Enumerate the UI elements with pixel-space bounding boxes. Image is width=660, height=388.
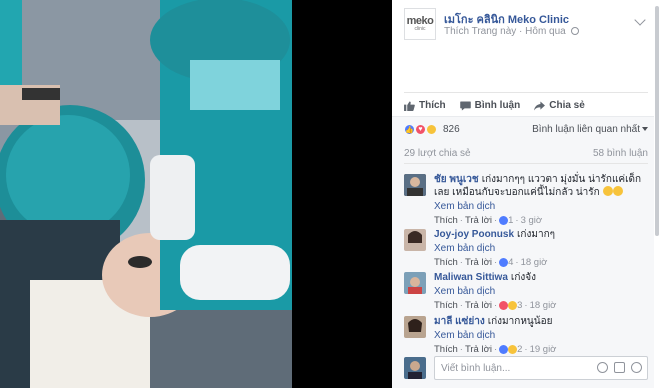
comment-body: ชัย พนูเวช เก่งมากๆๆ แววตา มุ่งมั่น น่ารั… [434,174,648,226]
comment-like-link[interactable]: Thích [434,257,458,268]
comment-body: Joy-joy Poonusk เก่งมากๆ Xem bản dịch Thí… [434,229,648,268]
see-translation-link[interactable]: Xem bản dịch [434,330,648,341]
comment-like-link[interactable]: Thích [434,215,458,226]
wow-reaction-icon [426,124,437,135]
love-reaction-icon [499,301,509,310]
like-button[interactable]: Thích [404,100,446,111]
sort-label: Bình luận liên quan nhất [532,124,640,135]
wow-reaction-icon [508,301,518,310]
comment-text: มาลี แซ่ย่าง เก่งมากหนูน้อย [434,316,648,328]
share-label: Chia sẻ [549,100,585,111]
comment-text: Joy-joy Poonusk เก่งมากๆ [434,229,648,241]
avatar[interactable] [404,316,426,338]
scrollbar[interactable] [654,0,660,388]
like-reaction-icon: 👍 [404,124,415,135]
comment-meta: Thích · Trả lời · 1 · 3 giờ [434,215,543,226]
heart-eyes-emoji-icon [602,186,613,196]
page-avatar[interactable]: meko clinic [404,8,436,40]
love-reaction-icon: ♥ [415,124,426,135]
comment-time[interactable]: 3 giờ [521,215,543,226]
comment-label: Bình luận [474,100,521,111]
see-translation-link[interactable]: Xem bản dịch [434,201,648,212]
like-page-link[interactable]: Thích Trang này [444,26,516,37]
commenter-name[interactable]: มาลี แซ่ย่าง [434,316,485,327]
share-count[interactable]: 29 lượt chia sẻ [404,148,471,159]
wow-reaction-icon [508,345,518,354]
comment-body: Maliwan Sittiwa เก่งจัง Xem bản dịch Thíc… [434,272,648,311]
comment-content: เก่งจัง [510,272,537,283]
comment-text: Maliwan Sittiwa เก่งจัง [434,272,648,284]
comment-button[interactable]: Bình luận [459,100,521,111]
avatar [404,357,426,379]
comment-like-link[interactable]: Thích [434,344,458,355]
comment-reply-link[interactable]: Trả lời [465,300,492,311]
comment-sort-dropdown[interactable]: Bình luận liên quan nhất [532,124,648,135]
comment-time[interactable]: 19 giờ [530,344,557,355]
engagement-counts: 29 lượt chia sẻ 58 bình luận [404,148,648,164]
share-button[interactable]: Chia sẻ [534,100,585,111]
like-reaction-icon [499,216,509,225]
post-header: meko clinic เมโกะ คลินิก Meko Clinic Thí… [404,8,648,40]
comment-body: มาลี แซ่ย่าง เก่งมากหนูน้อย Xem bản dịch … [434,316,648,355]
like-reaction-icon [499,345,509,354]
avatar[interactable] [404,272,426,294]
comment-reply-link[interactable]: Trả lời [465,215,492,226]
comment-text: ชัย พนูเวช เก่งมากๆๆ แววตา มุ่งมั่น น่ารั… [434,174,648,199]
chevron-down-icon[interactable] [634,14,646,26]
comment-content: เก่งมากหนูน้อย [487,316,553,327]
post-time[interactable]: Hôm qua [525,26,566,37]
comment-icon [459,100,471,111]
logo-text: meko [406,15,434,27]
comment-count[interactable]: 58 bình luận [593,148,648,159]
commenter-name[interactable]: Joy-joy Poonusk [434,229,514,240]
see-translation-link[interactable]: Xem bản dịch [434,286,648,297]
comment-meta: Thích · Trả lời · 4 · 18 giờ [434,257,548,268]
comment-meta: Thích · Trả lời · 2 · 19 giờ [434,344,557,355]
comment-reply-link[interactable]: Trả lời [465,344,492,355]
comment-reaction-count: 2 [517,344,523,355]
commenter-name[interactable]: ชัย พนูเวช [434,174,479,185]
camera-icon[interactable] [614,362,625,373]
comment-like-link[interactable]: Thích [434,300,458,311]
emoji-icon[interactable] [597,362,608,373]
see-translation-link[interactable]: Xem bản dịch [434,243,648,254]
like-reaction-icon [499,258,509,267]
comment-reaction-count: 3 [517,300,523,311]
clinic-procedure-photo [0,0,392,388]
comment-content: เก่งมากๆ [517,229,556,240]
comment-composer: Viết bình luận... [404,356,648,380]
sticker-icon[interactable] [631,362,642,373]
commenter-name[interactable]: Maliwan Sittiwa [434,272,508,283]
thumbs-up-icon [404,100,415,111]
scrollbar-thumb[interactable] [655,6,659,236]
caret-down-icon [642,127,648,131]
reaction-summary[interactable]: 👍 ♥ 826 [404,124,460,135]
comment-meta: Thích · Trả lời · 3 · 18 giờ [434,300,557,311]
avatar[interactable] [404,229,426,251]
globe-icon [570,27,579,35]
comment-reaction-count: 1 [508,215,514,226]
post-actions: Thích Bình luận Chia sẻ [404,92,648,114]
heart-eyes-emoji-icon [612,186,623,196]
page-meta: Thích Trang này · Hôm qua [444,26,579,37]
share-icon [534,100,546,111]
like-label: Thích [419,100,446,111]
comment-time[interactable]: 18 giờ [530,300,557,311]
logo-subtext: clinic [414,26,426,32]
comment-time[interactable]: 18 giờ [521,257,548,268]
post-photo[interactable] [0,0,392,388]
avatar[interactable] [404,174,426,196]
comment-reaction-count: 4 [508,257,514,268]
reaction-count: 826 [443,124,460,135]
comment-reply-link[interactable]: Trả lời [465,257,492,268]
composer-icons [597,362,642,373]
